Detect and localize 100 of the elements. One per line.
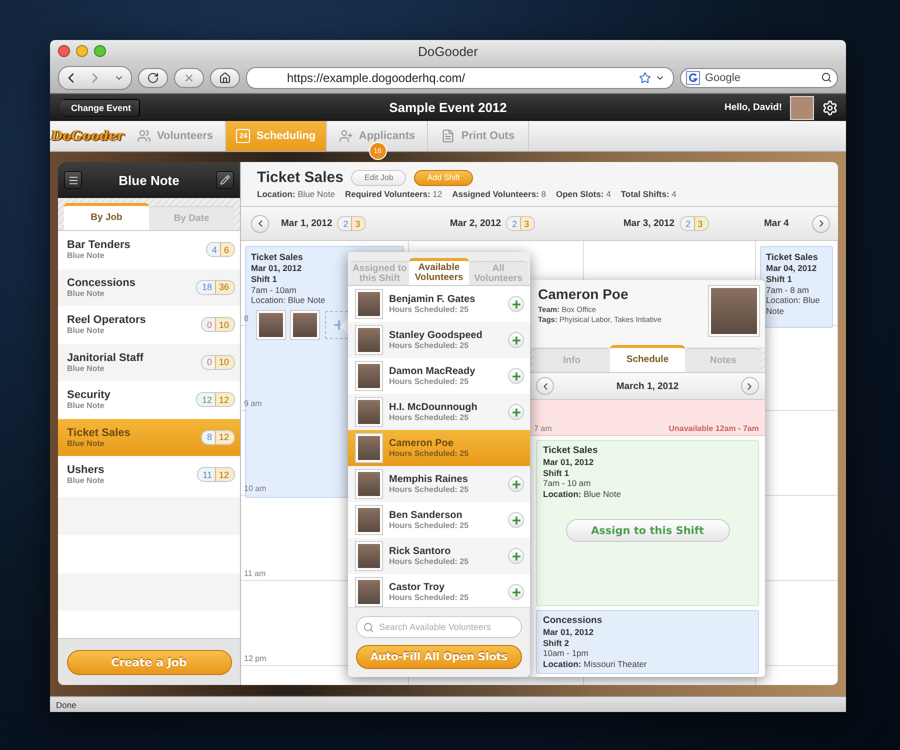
edit-button[interactable] bbox=[216, 171, 234, 189]
shift-date: Mar 01, 2012 bbox=[543, 626, 595, 638]
event-title: Sample Event 2012 bbox=[389, 100, 507, 115]
required-count: 12 bbox=[214, 468, 234, 482]
volunteer-row[interactable]: Damon MacReady Hours Scheduled: 25 bbox=[348, 358, 530, 394]
add-button[interactable] bbox=[508, 368, 524, 384]
search-icon bbox=[363, 622, 374, 632]
search-field[interactable]: Google bbox=[680, 68, 838, 88]
add-button[interactable] bbox=[508, 332, 524, 348]
zoom-icon[interactable] bbox=[94, 45, 106, 57]
photo-placeholder bbox=[356, 506, 382, 534]
pencil-icon bbox=[220, 175, 230, 185]
photo-placeholder bbox=[356, 434, 382, 462]
plus-icon bbox=[510, 514, 522, 526]
next-button[interactable] bbox=[812, 214, 830, 232]
plus-icon bbox=[510, 550, 522, 562]
job-item[interactable]: Ticket Sales Blue Note 8 12 bbox=[58, 418, 240, 456]
star-icon[interactable] bbox=[639, 72, 651, 84]
stop-button[interactable] bbox=[174, 68, 204, 88]
tab[interactable]: Available Volunteers bbox=[409, 258, 469, 285]
photo-placeholder bbox=[356, 578, 382, 606]
add-button[interactable] bbox=[508, 548, 524, 564]
job-name: Security bbox=[67, 389, 112, 402]
greeting-text: Hello, David! bbox=[724, 102, 782, 113]
home-button[interactable] bbox=[210, 68, 240, 88]
photo-placeholder bbox=[356, 542, 382, 570]
change-event-button[interactable]: Change Event bbox=[58, 98, 140, 116]
job-location: Blue Note bbox=[67, 401, 106, 410]
minimize-icon[interactable] bbox=[76, 45, 88, 57]
search-engine-icon[interactable] bbox=[686, 70, 700, 84]
photo-placeholder[interactable] bbox=[257, 310, 285, 339]
hour-label: 11 am bbox=[244, 569, 266, 578]
shift-title: Ticket Sales bbox=[766, 252, 818, 264]
reload-icon bbox=[147, 72, 159, 84]
assigned-count: 8 bbox=[202, 430, 215, 444]
shift-card[interactable]: Concessions Mar 01, 2012 Shift 2 10am - 1pm Location: Missouri Theater bbox=[536, 610, 759, 674]
plus-icon bbox=[510, 370, 522, 382]
edit-job-button[interactable]: Edit Job bbox=[351, 170, 406, 186]
tab[interactable]: Schedule bbox=[610, 345, 686, 372]
volunteer-row[interactable]: Rick Santoro Hours Scheduled: 25 bbox=[348, 538, 530, 574]
photo-placeholder[interactable] bbox=[291, 310, 319, 339]
required-count: 3 bbox=[694, 217, 708, 230]
photo-placeholder bbox=[356, 398, 382, 426]
sidebar-title: Blue Note bbox=[118, 172, 180, 188]
add-person-icon bbox=[338, 129, 353, 143]
volunteer-hours: Hours Scheduled: 25 bbox=[389, 593, 470, 602]
address-field[interactable]: https://example.dogooderhq.com/ bbox=[246, 66, 674, 88]
previous-button[interactable] bbox=[251, 214, 269, 232]
add-button[interactable] bbox=[508, 404, 524, 420]
shift-title: Ticket Sales bbox=[543, 445, 599, 457]
required-count: 3 bbox=[520, 217, 534, 230]
add-button[interactable] bbox=[508, 296, 524, 312]
volunteer-row[interactable]: Stanley Goodspeed Hours Scheduled: 25 bbox=[348, 322, 530, 358]
menu-icon bbox=[68, 174, 78, 186]
photo-placeholder bbox=[709, 286, 759, 336]
popover-pointer bbox=[340, 318, 348, 334]
people-icon bbox=[136, 129, 151, 143]
shift-time: 7am - 10 am bbox=[543, 478, 592, 489]
volunteer-row[interactable]: Ben Sanderson Hours Scheduled: 25 bbox=[348, 502, 530, 538]
home-icon bbox=[219, 72, 231, 84]
volunteer-row[interactable]: H.I. McDounnough Hours Scheduled: 25 bbox=[348, 394, 530, 430]
tab[interactable]: By Job bbox=[64, 203, 149, 230]
previous-button[interactable] bbox=[536, 377, 554, 395]
settings-icon[interactable] bbox=[822, 100, 838, 116]
volunteer-hours: Hours Scheduled: 25 bbox=[389, 557, 470, 566]
assigned-count: 0 bbox=[202, 356, 215, 369]
shift-card[interactable]: Ticket Sales Mar 01, 2012 Shift 1 7am - 10 am Location: Blue Note Assign to this Shift bbox=[536, 440, 759, 606]
hour-label: 12 pm bbox=[244, 654, 266, 663]
add-button[interactable] bbox=[508, 476, 524, 492]
avatar-placeholder[interactable] bbox=[790, 96, 814, 120]
plus-icon bbox=[510, 298, 522, 310]
shift-number: Shift 2 bbox=[543, 638, 570, 648]
shift-location: Location: Blue Note bbox=[766, 295, 821, 316]
volunteer-row[interactable]: Castor Troy Hours Scheduled: 25 bbox=[348, 574, 530, 610]
search-field[interactable]: Search Available Volunteers bbox=[356, 616, 522, 638]
job-name: Reel Operators bbox=[67, 314, 147, 326]
add-button[interactable] bbox=[508, 512, 524, 528]
volunteer-name: Cameron Poe bbox=[538, 286, 630, 302]
add-button[interactable] bbox=[508, 584, 524, 600]
stat-text: Total Shifts: 4 bbox=[620, 189, 676, 199]
photo-placeholder bbox=[356, 326, 382, 354]
stat-text: Assigned Volunteers: 8 bbox=[452, 189, 546, 199]
document-icon bbox=[441, 129, 456, 143]
stat-text: Required Volunteers: 12 bbox=[344, 189, 442, 199]
volunteer-row[interactable]: Benjamin F. Gates Hours Scheduled: 25 bbox=[348, 286, 530, 322]
menu-button[interactable] bbox=[64, 171, 82, 189]
volunteer-row[interactable]: Memphis Raines Hours Scheduled: 25 bbox=[348, 466, 530, 502]
close-icon[interactable] bbox=[58, 45, 70, 57]
shift-card[interactable]: Ticket Sales Mar 04, 2012 Shift 1 7am - 8 am Location: Blue Note bbox=[760, 246, 833, 328]
photo-placeholder bbox=[356, 290, 382, 318]
volunteer-row[interactable]: Cameron Poe Hours Scheduled: 25 bbox=[348, 430, 530, 466]
shift-date: Mar 04, 2012 bbox=[766, 263, 817, 274]
required-count: 10 bbox=[214, 356, 234, 369]
job-name: Concessions bbox=[67, 276, 136, 289]
plus-icon bbox=[510, 406, 522, 418]
shift-location: Location: Blue Note bbox=[543, 488, 622, 500]
reload-button[interactable] bbox=[138, 68, 168, 88]
nav-tab-label: Scheduling bbox=[256, 130, 316, 142]
date-label: Mar 4 bbox=[764, 218, 789, 229]
next-button[interactable] bbox=[740, 377, 759, 395]
